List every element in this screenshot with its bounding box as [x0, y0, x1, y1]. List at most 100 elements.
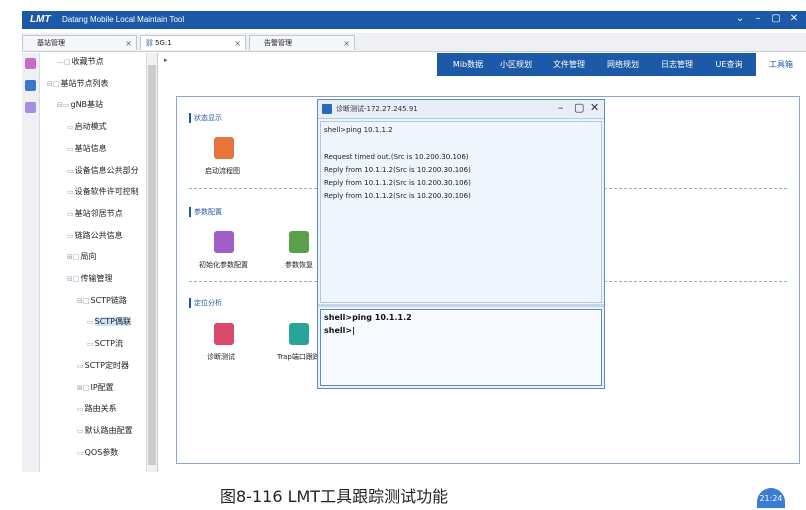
maximize-icon[interactable]: ▢ — [574, 101, 584, 114]
close-icon[interactable]: × — [343, 36, 350, 51]
close-icon[interactable]: × — [125, 36, 132, 51]
tree-item[interactable]: ▭设备信息公共部分 — [67, 165, 139, 176]
tree-scrollbar[interactable] — [146, 53, 157, 472]
station-list-icon[interactable] — [25, 80, 36, 91]
toolbar-button[interactable]: 网络规划 — [598, 53, 648, 76]
tool-label-flowchart[interactable]: 启动流程图 — [205, 166, 240, 176]
tree-item-label: 路由关系 — [84, 404, 117, 414]
output-line: Reply from 10.1.1.2(Src is 10.200.30.106… — [324, 166, 471, 174]
toolbar-button[interactable]: UE查询 — [706, 53, 752, 76]
tree-item[interactable]: ⊟□SCTP链路 — [77, 295, 127, 306]
figure-caption: 图8-116 LMT工具跟踪测试功能 — [220, 487, 449, 506]
tree-item-label: 局向 — [80, 252, 97, 262]
tree-item-label: 基站节点列表 — [60, 78, 109, 88]
tool-label-diagnose[interactable]: 诊断测试 — [207, 352, 235, 362]
close-icon[interactable]: ✕ — [786, 13, 802, 24]
toolbar-button[interactable]: 工具箱 — [756, 53, 806, 76]
tree-item[interactable]: ▭启动模式 — [67, 121, 107, 132]
tree-node-icon: ⊞□ — [77, 383, 90, 392]
tree-item-label: gNB基站 — [70, 100, 104, 110]
tree-item[interactable]: —□收藏节点 — [57, 56, 104, 67]
trap-trace-icon[interactable] — [289, 323, 309, 345]
tab-label: 基站管理 — [37, 39, 65, 47]
toolbar-button[interactable]: 日志管理 — [651, 53, 703, 76]
section-title-analysis: 定位分析 — [189, 298, 222, 308]
clock-badge: 21:24 — [757, 488, 785, 508]
init-config-icon[interactable] — [214, 231, 234, 253]
tree-item-label: 设备信息公共部分 — [74, 165, 139, 175]
tree-item[interactable]: ▭SCTP流 — [87, 338, 123, 349]
app-title: Datang Mobile Local Maintain Tool — [62, 15, 185, 24]
tree-item[interactable]: ▭基站邻居节点 — [67, 208, 123, 219]
toolbar-button[interactable]: 文件管理 — [544, 53, 594, 76]
input-line: shell>ping 10.1.1.2 — [324, 313, 412, 322]
tree-node-icon: —□ — [57, 58, 71, 66]
tree-node-icon: ▭ — [77, 426, 84, 435]
tool-label-param-restore[interactable]: 参数恢复 — [285, 260, 313, 270]
tree-item[interactable]: ▭基站信息 — [67, 143, 107, 154]
toolbar-button[interactable]: 小区规划 — [492, 53, 540, 76]
favorites-icon[interactable] — [25, 58, 36, 69]
tree-item-label: IP配置 — [90, 382, 114, 392]
tree-node-icon: ▭ — [67, 188, 74, 197]
output-line: Request timed out.(Src is 10.200.30.106) — [324, 153, 469, 161]
tab-label: 5G:1 — [155, 39, 172, 47]
tree-item[interactable]: ▭SCTP偶联 — [87, 316, 131, 327]
tree-item-label: 基站信息 — [74, 143, 107, 153]
close-icon[interactable]: ✕ — [590, 101, 599, 114]
tab-alarm-mgmt[interactable]: 告警管理 × — [249, 35, 355, 50]
flowchart-icon[interactable] — [214, 137, 234, 159]
tree-item[interactable]: ⊟□传输管理 — [67, 273, 112, 284]
shell-input[interactable]: shell>ping 10.1.1.2 shell>| — [320, 309, 602, 386]
tab-base-station-mgmt[interactable]: 基站管理 × — [22, 35, 137, 50]
tree-item-label: SCTP定时器 — [84, 360, 129, 370]
tree-item[interactable]: ▭链路公共信息 — [67, 230, 123, 241]
tree-node-icon: ⊞□ — [67, 253, 80, 262]
tree-item-label: 基站邻居节点 — [74, 208, 123, 218]
tree-item-label: 收藏节点 — [71, 57, 104, 66]
app-title-bar: LMT Datang Mobile Local Maintain Tool ⌄ … — [22, 11, 806, 29]
tree-item-label: SCTP偶联 — [94, 317, 131, 327]
gnb-icon[interactable] — [25, 102, 36, 113]
minimize-icon[interactable]: – — [750, 13, 766, 24]
dropdown-icon[interactable]: ⌄ — [732, 13, 748, 24]
diagnose-icon[interactable] — [214, 323, 234, 345]
tree-node-icon: ▭ — [67, 123, 74, 132]
pane-splitter[interactable] — [318, 304, 604, 307]
tree-node-icon: ▭ — [77, 361, 84, 370]
tree-item[interactable]: ⊟▭gNB基站 — [57, 99, 103, 110]
tree-item-label: 链路公共信息 — [74, 230, 123, 240]
close-icon[interactable]: × — [234, 36, 241, 51]
tree-node-icon: ⊟□ — [47, 79, 60, 88]
tree-node-icon: ▭ — [87, 318, 94, 327]
tree-item-label: QOS参数 — [84, 447, 119, 457]
tree-node-icon: ⊟▭ — [57, 101, 70, 110]
expand-arrow-icon[interactable]: ▸ — [164, 56, 168, 64]
minimize-icon[interactable]: – — [558, 101, 564, 114]
tree-item[interactable]: ⊟□基站节点列表 — [47, 78, 108, 89]
tree-item[interactable]: ▭默认路由配置 — [77, 425, 133, 436]
tree-item-label: 传输管理 — [80, 274, 113, 283]
dialog-title-bar[interactable]: 诊断测试-172.27.245.91 – ▢ ✕ — [318, 100, 604, 119]
tree-item[interactable]: ▭路由关系 — [77, 403, 117, 414]
tree-item-label: 默认路由配置 — [84, 425, 133, 435]
app-logo: LMT — [30, 14, 51, 25]
toolbar-button[interactable]: Mib数据 — [445, 53, 491, 76]
param-restore-icon[interactable] — [289, 231, 309, 253]
tree-node-icon: ▭ — [67, 144, 74, 153]
scrollbar-thumb[interactable] — [148, 65, 156, 465]
tool-label-trap-trace[interactable]: Trap端口跟踪 — [277, 352, 317, 362]
tree-item[interactable]: ⊞□IP配置 — [77, 382, 114, 393]
output-line: shell>ping 10.1.1.2 — [324, 126, 393, 134]
tree-item[interactable]: ▭设备软件许可控制 — [67, 186, 139, 197]
tool-label-init-config[interactable]: 初始化参数配置 — [199, 260, 248, 270]
tree-item-label: SCTP流 — [94, 339, 123, 349]
section-title-config: 参数配置 — [189, 207, 222, 217]
tree-item[interactable]: ⊞□局向 — [67, 251, 96, 262]
tab-5g[interactable]: ⛓ 5G:1 × — [140, 35, 246, 50]
output-line: Reply from 10.1.1.2(Src is 10.200.30.106… — [324, 192, 471, 200]
tree-item[interactable]: ▭SCTP定时器 — [77, 360, 129, 371]
tree-item[interactable]: ▭QOS参数 — [77, 447, 118, 458]
tree-node-icon: ▭ — [67, 231, 74, 240]
maximize-icon[interactable]: ▢ — [768, 13, 784, 24]
